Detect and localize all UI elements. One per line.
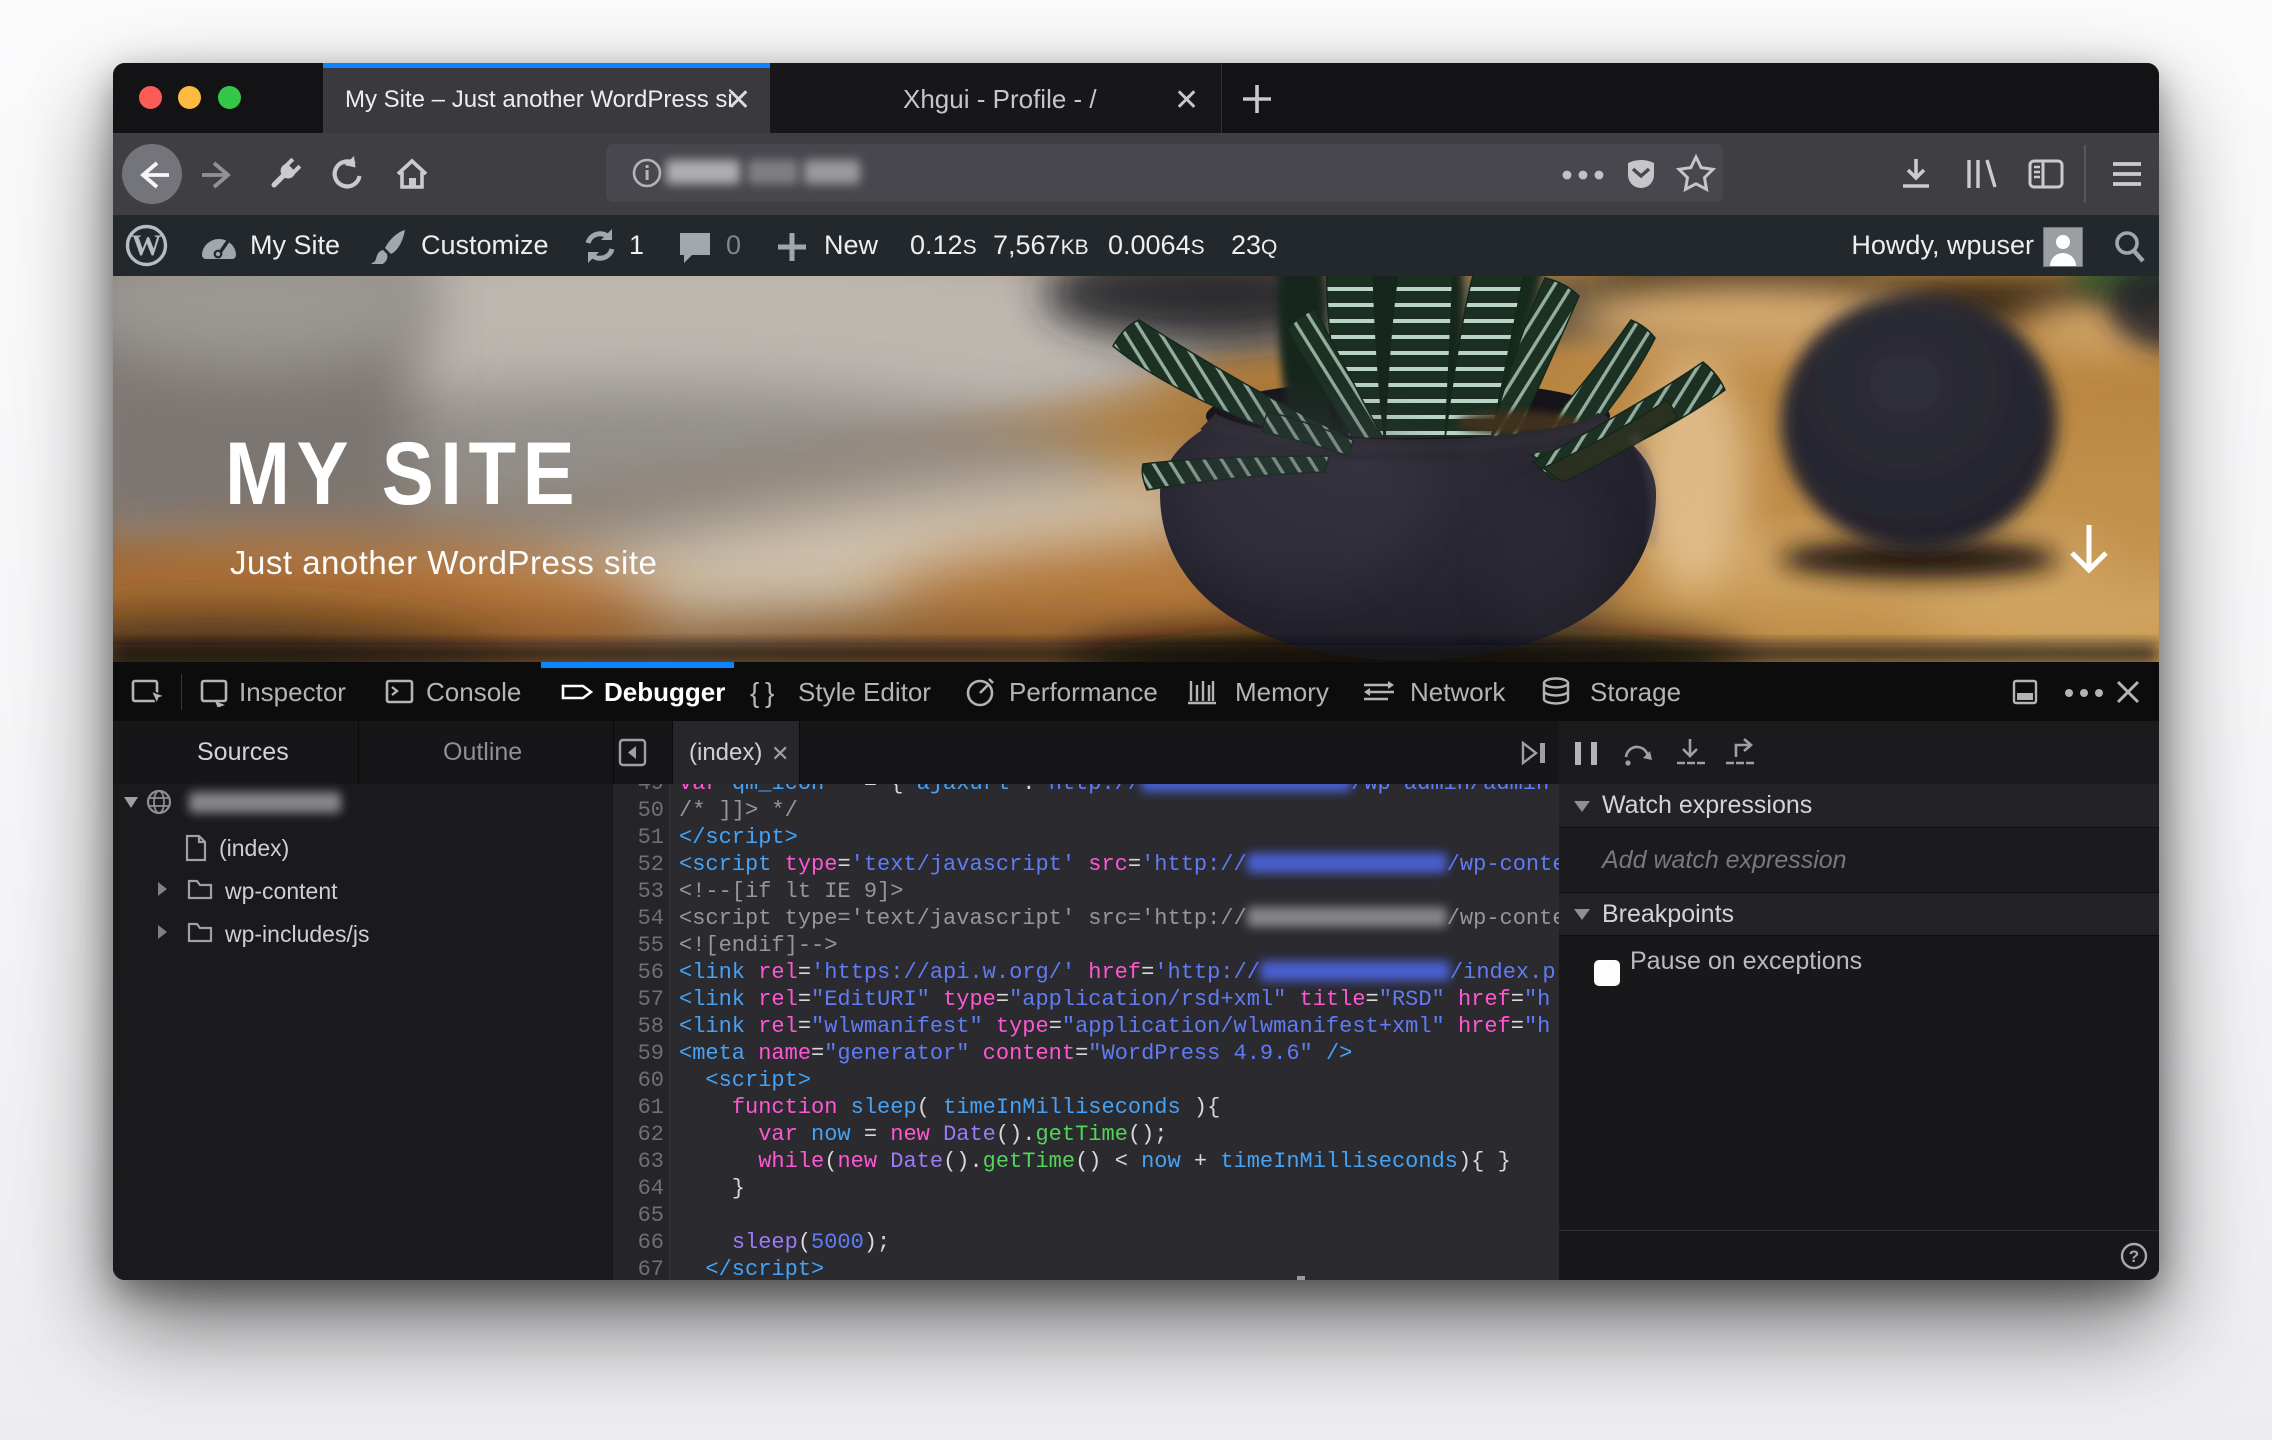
- svg-text:?: ?: [2129, 1247, 2139, 1266]
- svg-text:W: W: [132, 229, 162, 262]
